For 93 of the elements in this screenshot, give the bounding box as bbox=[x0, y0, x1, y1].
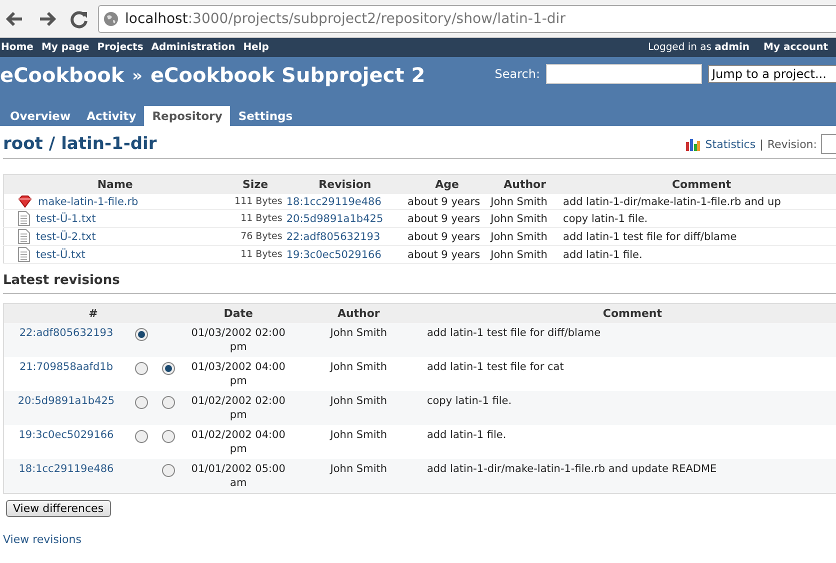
revision-comment: copy latin-1 file. bbox=[426, 395, 512, 407]
revision-link[interactable]: 21:709858aafd1b bbox=[19, 361, 113, 373]
file-author: John Smith bbox=[490, 212, 548, 224]
radio-button[interactable] bbox=[135, 396, 148, 409]
revision-author: John Smith bbox=[330, 429, 388, 441]
file-link[interactable]: test-Ü-1.txt bbox=[36, 212, 96, 224]
search-field[interactable] bbox=[546, 64, 702, 84]
text-file-icon bbox=[18, 211, 30, 226]
revision-date: 01/03/2002 04:00 pm bbox=[191, 361, 286, 387]
top-menu-link[interactable]: Home bbox=[1, 42, 34, 53]
link-separator: | bbox=[760, 138, 764, 150]
revision-comment: add latin-1-dir/make-latin-1-file.rb and update README bbox=[426, 463, 717, 475]
address-bar[interactable]: localhost:3000/projects/subproject2/repository/show/latin-1-dir bbox=[98, 4, 836, 32]
project-jump-select[interactable]: Jump to a project... bbox=[708, 65, 836, 83]
tab[interactable]: Repository bbox=[144, 106, 230, 126]
file-age: about 9 years bbox=[408, 196, 480, 208]
file-comment: add latin-1 file. bbox=[563, 248, 642, 260]
file-size: 11 Bytes bbox=[240, 249, 282, 260]
radio-button[interactable] bbox=[162, 464, 176, 477]
column-header: Comment bbox=[561, 174, 836, 194]
account-link[interactable]: My account bbox=[764, 42, 828, 53]
file-comment: copy latin-1 file. bbox=[563, 212, 648, 224]
column-header: Comment bbox=[422, 304, 836, 323]
revision-author: John Smith bbox=[330, 463, 388, 475]
parent-project-link[interactable]: eCookbook bbox=[0, 63, 124, 87]
revision-field[interactable] bbox=[821, 134, 836, 154]
revision-link[interactable]: 19:3c0ec5029166 bbox=[18, 429, 114, 441]
revision-link[interactable]: 22:adf805632193 bbox=[286, 230, 380, 242]
column-header: Author bbox=[294, 304, 423, 323]
revision-link[interactable]: 18:1cc29119e486 bbox=[286, 196, 382, 208]
tab[interactable]: Settings bbox=[230, 106, 301, 126]
file-age: about 9 years bbox=[408, 230, 480, 242]
view-differences-button[interactable]: View differences bbox=[6, 500, 111, 517]
text-file-icon bbox=[18, 229, 30, 244]
globe-icon bbox=[103, 10, 119, 26]
top-menu-link[interactable]: Projects bbox=[97, 42, 144, 53]
file-size: 111 Bytes bbox=[234, 196, 282, 207]
top-menu-link[interactable]: Administration bbox=[151, 42, 236, 53]
column-header: Age bbox=[406, 174, 489, 194]
column-header: Name bbox=[4, 174, 226, 194]
revision-author: John Smith bbox=[330, 361, 388, 373]
revision-date: 01/03/2002 02:00 pm bbox=[191, 327, 286, 353]
file-age: about 9 years bbox=[408, 248, 480, 260]
file-comment: add latin-1-dir/make-latin-1-file.rb and up bbox=[563, 196, 781, 208]
statistics-link[interactable]: Statistics bbox=[705, 138, 756, 150]
file-comment: add latin-1 test file for diff/blame bbox=[563, 230, 737, 242]
ruby-gem-icon bbox=[18, 195, 32, 208]
revision-link[interactable]: 20:5d9891a1b425 bbox=[286, 212, 384, 224]
breadcrumb-separator: / bbox=[48, 134, 56, 154]
radio-button[interactable] bbox=[162, 362, 176, 375]
revision-author: John Smith bbox=[330, 327, 388, 339]
file-author: John Smith bbox=[490, 248, 548, 260]
top-menu-link[interactable]: Help bbox=[243, 42, 269, 53]
radio-button[interactable] bbox=[162, 430, 176, 443]
revision-label: Revision: bbox=[767, 138, 817, 150]
view-revisions-link[interactable]: View revisions bbox=[3, 533, 82, 546]
revision-comment: add latin-1 test file for diff/blame bbox=[426, 327, 601, 339]
file-author: John Smith bbox=[490, 230, 548, 242]
file-link[interactable]: test-Ü.txt bbox=[36, 248, 86, 260]
radio-button[interactable] bbox=[162, 396, 176, 409]
project-title: eCookbook Subproject 2 bbox=[150, 63, 426, 87]
radio-button[interactable] bbox=[135, 328, 148, 341]
title-separator: » bbox=[132, 66, 142, 84]
file-size: 76 Bytes bbox=[240, 231, 282, 242]
column-header: Revision bbox=[284, 174, 406, 194]
section-heading: Latest revisions bbox=[3, 273, 836, 294]
top-menu-link[interactable]: My page bbox=[41, 42, 90, 53]
text-file-icon bbox=[18, 247, 30, 262]
tab[interactable]: Overview bbox=[2, 106, 79, 126]
revision-comment: add latin-1 test file for cat bbox=[426, 361, 564, 373]
radio-button[interactable] bbox=[135, 362, 148, 375]
revision-comment: add latin-1 file. bbox=[426, 429, 506, 441]
file-author: John Smith bbox=[490, 196, 548, 208]
tab[interactable]: Activity bbox=[78, 106, 144, 126]
search-label: Search: bbox=[494, 67, 540, 81]
file-link[interactable]: test-Ü-2.txt bbox=[36, 230, 96, 242]
revision-date: 01/02/2002 02:00 pm bbox=[191, 395, 286, 421]
column-header: Author bbox=[488, 174, 562, 194]
revision-date: 01/02/2002 04:00 pm bbox=[191, 429, 286, 455]
breadcrumb-current: latin-1-dir bbox=[61, 134, 157, 154]
column-header: Size bbox=[226, 174, 284, 194]
bar-chart-icon bbox=[685, 137, 702, 151]
column-header: Date bbox=[182, 304, 294, 323]
file-size: 11 Bytes bbox=[240, 213, 282, 224]
radio-button[interactable] bbox=[135, 430, 148, 443]
revision-link[interactable]: 19:3c0ec5029166 bbox=[286, 248, 382, 260]
file-age: about 9 years bbox=[408, 212, 480, 224]
revision-author: John Smith bbox=[330, 395, 388, 407]
login-status: Logged in as admin bbox=[648, 42, 750, 53]
file-link[interactable]: make-latin-1-file.rb bbox=[38, 196, 138, 208]
revision-date: 01/01/2002 05:00 am bbox=[191, 463, 286, 489]
breadcrumb-link[interactable]: root bbox=[3, 134, 43, 154]
column-header: # bbox=[4, 304, 182, 323]
